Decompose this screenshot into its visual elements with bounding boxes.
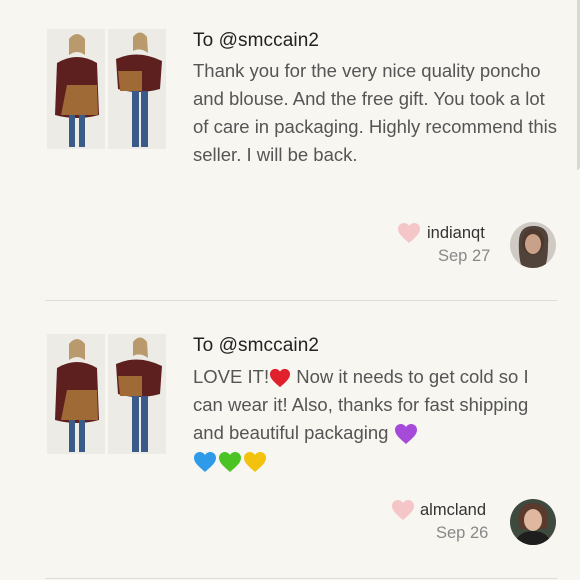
heart-icon[interactable] <box>397 222 421 244</box>
listing-photo-side[interactable] <box>108 334 166 454</box>
green-heart-emoji <box>218 451 242 473</box>
blue-heart-emoji <box>193 451 217 473</box>
avatar[interactable] <box>510 499 556 545</box>
review-date: Sep 27 <box>438 247 491 265</box>
review-text-part: LOVE IT! <box>193 366 270 387</box>
listing-photo-front[interactable] <box>47 334 105 454</box>
heart-icon[interactable] <box>391 499 415 521</box>
review-divider <box>45 578 557 579</box>
purple-heart-emoji <box>394 423 418 445</box>
yellow-heart-emoji <box>243 451 267 473</box>
listing-photo-front[interactable] <box>47 29 105 149</box>
avatar[interactable] <box>510 222 556 268</box>
review-text: LOVE IT! Now it needs to get cold so I c… <box>193 363 563 475</box>
listing-photo-side[interactable] <box>108 29 166 149</box>
review-item: To @smccain2 Thank you for the very nice… <box>0 0 580 300</box>
review-text: Thank you for the very nice quality ponc… <box>193 60 558 165</box>
review-item: To @smccain2 LOVE IT! Now it needs to ge… <box>0 300 580 580</box>
red-heart-emoji <box>269 368 291 388</box>
reviewer-username[interactable]: almcland <box>420 501 486 520</box>
reviewer-username[interactable]: indianqt <box>427 224 485 243</box>
review-date: Sep 26 <box>436 524 489 542</box>
review-recipient[interactable]: To @smccain2 <box>193 30 319 52</box>
review-recipient[interactable]: To @smccain2 <box>193 335 319 357</box>
